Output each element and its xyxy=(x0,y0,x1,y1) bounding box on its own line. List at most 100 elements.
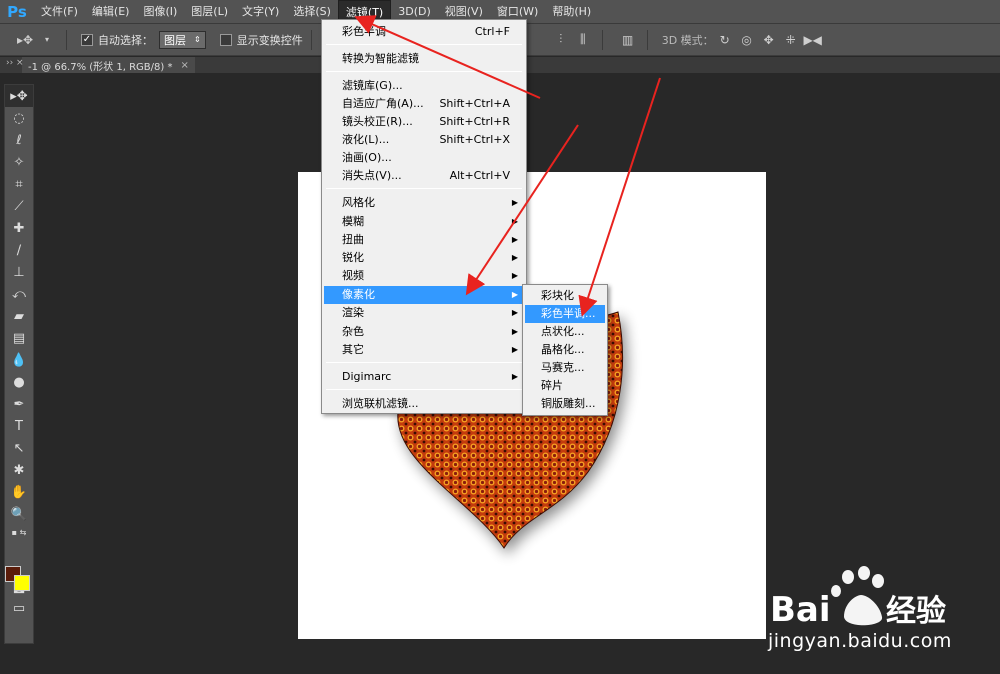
lasso-tool-icon[interactable]: ℓ xyxy=(5,129,33,151)
menu-item-pixelate[interactable]: 像素化 ▶ xyxy=(324,286,524,304)
menu-edit[interactable]: 编辑(E) xyxy=(85,0,137,24)
menu-item-label: 风格化 xyxy=(342,196,375,209)
menu-item-browse-online-filters[interactable]: 浏览联机滤镜... xyxy=(324,395,524,413)
menu-item-oil-paint[interactable]: 油画(O)... xyxy=(324,149,524,167)
menu-item-label: 视频 xyxy=(342,269,364,282)
menu-item-label: Digimarc xyxy=(342,370,392,383)
submenu-item-mezzotint[interactable]: 铜版雕刻... xyxy=(525,395,605,413)
clone-stamp-tool-icon[interactable]: ⊥ xyxy=(5,261,33,283)
3d-mode-label: 3D 模式： xyxy=(661,33,714,47)
submenu-arrow-icon: ▶ xyxy=(511,253,518,262)
magic-wand-tool-icon[interactable]: ✧ xyxy=(5,151,33,173)
menu-item-render[interactable]: 渲染 ▶ xyxy=(324,304,524,322)
align-bottom-icon[interactable]: ⫶ xyxy=(552,31,570,49)
move-tool-preset-icon[interactable]: ▸✥ xyxy=(16,31,34,49)
menu-item-digimarc[interactable]: Digimarc ▶ xyxy=(324,368,524,386)
submenu-item-fragment[interactable]: 碎片 xyxy=(525,377,605,395)
tools-panel: ▸✥ ◌ ℓ ✧ ⌗ ⟋ ✚ ∕ ⊥ ⤺ ▰ ▤ 💧 ● ✒ T ↖ ✱ ✋ 🔍… xyxy=(4,84,34,644)
menu-item-label: 镜头校正(R)... xyxy=(342,115,413,128)
submenu-arrow-icon: ▶ xyxy=(511,290,518,299)
panel-collapse-icon[interactable]: ›› × xyxy=(6,58,24,68)
submenu-item-color-halftone[interactable]: 彩色半调... xyxy=(525,305,605,323)
menu-image[interactable]: 图像(I) xyxy=(136,0,184,24)
menu-item-label: 模糊 xyxy=(342,215,364,228)
menu-help[interactable]: 帮助(H) xyxy=(545,0,598,24)
menu-item-shortcut: Ctrl+F xyxy=(474,25,510,38)
dodge-tool-icon[interactable]: ● xyxy=(5,371,33,393)
menu-item-distort[interactable]: 扭曲 ▶ xyxy=(324,231,524,249)
submenu-arrow-icon: ▶ xyxy=(511,235,518,244)
submenu-arrow-icon: ▶ xyxy=(511,271,518,280)
history-brush-tool-icon[interactable]: ⤺ xyxy=(5,283,33,305)
menu-item-label: 像素化 xyxy=(342,288,375,301)
zoom-tool-icon[interactable]: 🔍 xyxy=(5,503,33,525)
marquee-tool-icon[interactable]: ◌ xyxy=(5,107,33,129)
menu-item-liquify[interactable]: 液化(L)... Shift+Ctrl+X xyxy=(324,131,524,149)
swap-colors-icon[interactable]: ▪ ⇆ xyxy=(5,525,33,539)
divider xyxy=(310,29,312,50)
menu-item-label: 自适应广角(A)... xyxy=(342,97,424,110)
menu-item-other[interactable]: 其它 ▶ xyxy=(324,341,524,359)
menu-item-blur[interactable]: 模糊 ▶ xyxy=(324,213,524,231)
menu-item-filter-gallery[interactable]: 滤镜库(G)... xyxy=(324,77,524,95)
pen-tool-icon[interactable]: ✒ xyxy=(5,393,33,415)
submenu-item-pointillize[interactable]: 点状化... xyxy=(525,323,605,341)
auto-select-checkbox[interactable]: ✓ xyxy=(81,33,93,46)
submenu-item-facet[interactable]: 彩块化 xyxy=(525,287,605,305)
menu-item-video[interactable]: 视频 ▶ xyxy=(324,267,524,285)
menu-item-lens-correction[interactable]: 镜头校正(R)... Shift+Ctrl+R xyxy=(324,113,524,131)
submenu-item-mosaic[interactable]: 马赛克... xyxy=(525,359,605,377)
3d-slide-icon[interactable]: ⁜ xyxy=(782,31,800,49)
type-tool-icon[interactable]: T xyxy=(5,415,33,437)
auto-select-dropdown[interactable]: 图层 ⇕ xyxy=(159,30,206,49)
menu-item-label: 浏览联机滤镜... xyxy=(342,397,419,410)
divider xyxy=(646,29,648,50)
3d-roll-icon[interactable]: ◎ xyxy=(738,31,756,49)
menu-item-label: 其它 xyxy=(342,343,364,356)
gradient-tool-icon[interactable]: ▤ xyxy=(5,327,33,349)
menu-file[interactable]: 文件(F) xyxy=(34,0,85,24)
path-selection-tool-icon[interactable]: ↖ xyxy=(5,437,33,459)
auto-align-icon[interactable]: ▥ xyxy=(619,31,637,49)
close-tab-icon[interactable]: × xyxy=(180,60,188,71)
menu-item-convert-smart-filter[interactable]: 转换为智能滤镜 xyxy=(324,50,524,68)
hand-tool-icon[interactable]: ✋ xyxy=(5,481,33,503)
healing-brush-tool-icon[interactable]: ✚ xyxy=(5,217,33,239)
background-color-swatch[interactable] xyxy=(14,575,30,591)
menu-item-label: 消失点(V)... xyxy=(342,169,402,182)
photoshop-logo: Ps xyxy=(7,2,27,21)
submenu-arrow-icon: ▶ xyxy=(511,217,518,226)
submenu-item-crystallize[interactable]: 晶格化... xyxy=(525,341,605,359)
chevron-down-icon[interactable]: ▾ xyxy=(38,31,56,49)
align-center-icon[interactable]: ⫼ xyxy=(574,31,592,49)
menu-item-adaptive-wide-angle[interactable]: 自适应广角(A)... Shift+Ctrl+A xyxy=(324,95,524,113)
menu-separator xyxy=(326,188,522,189)
blur-tool-icon[interactable]: 💧 xyxy=(5,349,33,371)
menu-item-label: 液化(L)... xyxy=(342,133,390,146)
show-transform-checkbox[interactable] xyxy=(219,33,232,46)
move-tool-icon[interactable]: ▸✥ xyxy=(5,85,33,107)
menu-item-last-filter[interactable]: 彩色半调 Ctrl+F xyxy=(324,23,524,41)
3d-scale-icon[interactable]: ▶◀ xyxy=(803,31,821,49)
filter-menu: 彩色半调 Ctrl+F 转换为智能滤镜 滤镜库(G)... 自适应广角(A)..… xyxy=(321,19,527,414)
menu-type[interactable]: 文字(Y) xyxy=(235,0,286,24)
menu-item-label: 渲染 xyxy=(342,306,364,319)
shape-tool-icon[interactable]: ✱ xyxy=(5,459,33,481)
crop-tool-icon[interactable]: ⌗ xyxy=(5,173,33,195)
menu-item-noise[interactable]: 杂色 ▶ xyxy=(324,323,524,341)
3d-pan-icon[interactable]: ✥ xyxy=(760,31,778,49)
menu-item-shortcut: Shift+Ctrl+R xyxy=(439,115,510,128)
eyedropper-tool-icon[interactable]: ⟋ xyxy=(5,195,33,217)
menu-layer[interactable]: 图层(L) xyxy=(184,0,235,24)
menu-item-sharpen[interactable]: 锐化 ▶ xyxy=(324,249,524,267)
menu-item-stylize[interactable]: 风格化 ▶ xyxy=(324,194,524,212)
screen-mode-icon[interactable]: ▭ xyxy=(5,597,33,619)
brush-tool-icon[interactable]: ∕ xyxy=(5,239,33,261)
menu-item-vanishing-point[interactable]: 消失点(V)... Alt+Ctrl+V xyxy=(324,167,524,185)
3d-rotate-icon[interactable]: ↻ xyxy=(716,31,734,49)
eraser-tool-icon[interactable]: ▰ xyxy=(5,305,33,327)
document-tab[interactable]: -1 @ 66.7% (形状 1, RGB/8) * × xyxy=(22,57,195,73)
baidu-brand-left: Bai xyxy=(770,590,831,630)
menu-item-shortcut: Alt+Ctrl+V xyxy=(449,169,510,182)
menu-separator xyxy=(326,44,522,45)
